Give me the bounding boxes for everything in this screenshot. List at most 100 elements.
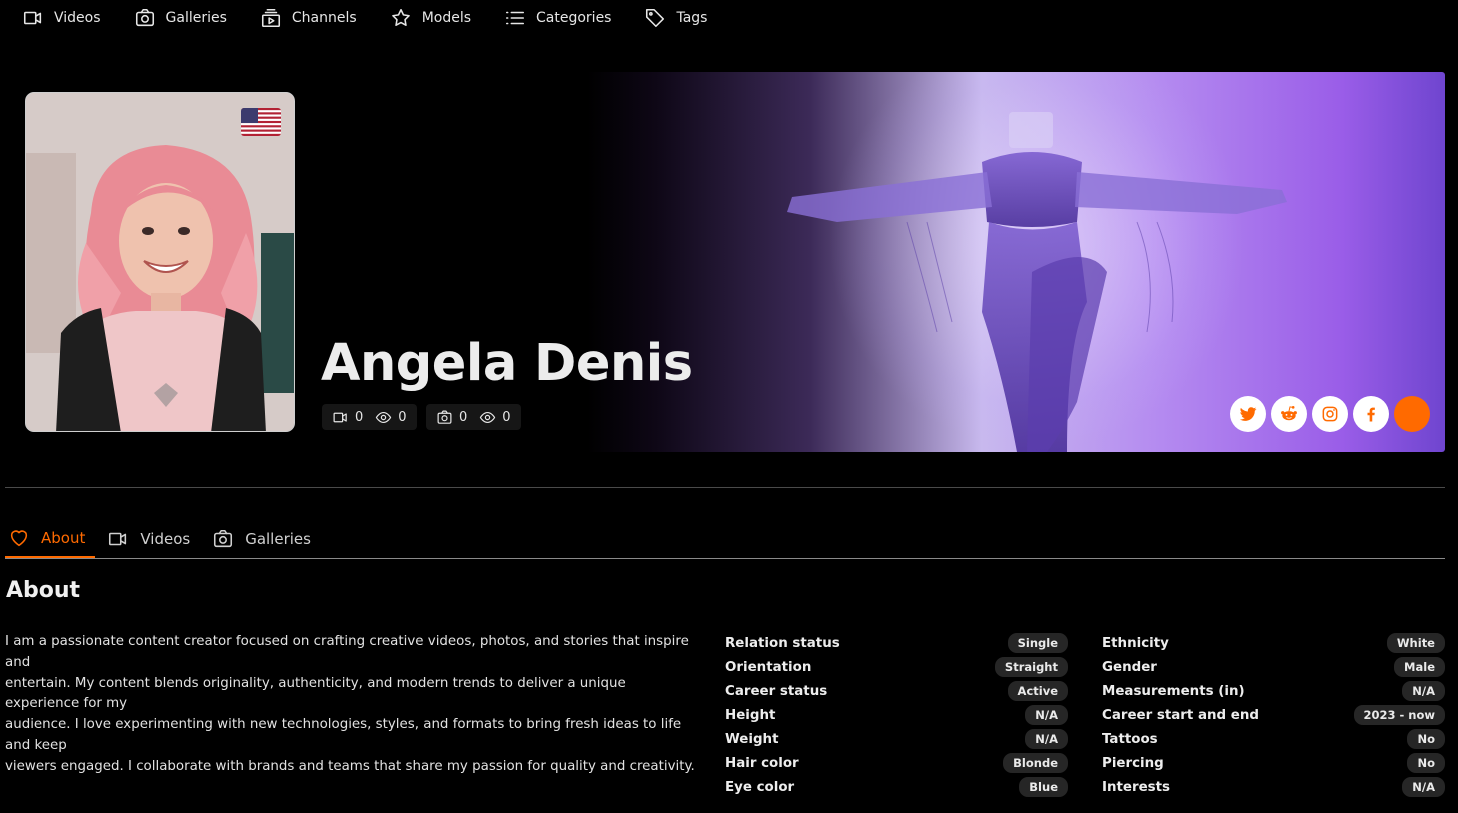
- info-label: Eye color: [725, 779, 795, 795]
- gallery-stats: 0 0: [426, 404, 521, 430]
- profile-banner: [587, 72, 1445, 452]
- info-label: Career start and end: [1102, 707, 1259, 723]
- reddit-icon: [1281, 406, 1297, 421]
- nav-galleries[interactable]: Galleries: [134, 7, 227, 29]
- info-value: Male: [1394, 657, 1445, 677]
- nav-tags-label: Tags: [676, 10, 708, 26]
- model-portrait-image[interactable]: [25, 92, 295, 432]
- video-stats: 0 0: [322, 404, 417, 430]
- model-name: Angela Denis: [321, 334, 693, 393]
- info-row-relation-status: Relation status Single: [725, 631, 1068, 655]
- eye-icon: [480, 411, 496, 423]
- info-value: Blue: [1019, 777, 1068, 797]
- info-row-career-status: Career status Active: [725, 679, 1068, 703]
- info-label: Piercing: [1102, 755, 1164, 771]
- nav-models[interactable]: Models: [390, 7, 471, 29]
- hero-divider: [5, 487, 1445, 488]
- camera-icon: [437, 410, 452, 424]
- video-count: 0: [355, 409, 364, 425]
- bio-line: viewers engaged. I collaborate with bran…: [5, 758, 695, 774]
- info-row-interests: Interests N/A: [1102, 775, 1445, 799]
- twitter-icon: [1239, 407, 1257, 421]
- camera-icon: [135, 8, 154, 27]
- info-label: Orientation: [725, 659, 812, 675]
- tab-videos[interactable]: Videos: [104, 520, 200, 558]
- orange-circle-link[interactable]: [1394, 396, 1430, 432]
- video-camera-icon: [23, 11, 42, 25]
- info-row-orientation: Orientation Straight: [725, 655, 1068, 679]
- info-row-measurements: Measurements (in) N/A: [1102, 679, 1445, 703]
- facebook-link[interactable]: [1353, 396, 1389, 432]
- info-row-eye-color: Eye color Blue: [725, 775, 1068, 799]
- info-value: N/A: [1402, 777, 1445, 797]
- camera-icon: [214, 529, 233, 548]
- info-value: Straight: [994, 657, 1068, 677]
- info-row-hair-color: Hair color Blonde: [725, 751, 1068, 775]
- list-icon: [505, 11, 525, 25]
- us-flag-icon: [241, 108, 281, 136]
- tab-about-label: About: [41, 529, 86, 547]
- bio-line: I am a passionate content creator focuse…: [5, 634, 689, 670]
- info-value: No: [1407, 729, 1445, 749]
- tab-videos-label: Videos: [140, 530, 191, 548]
- info-label: Height: [725, 707, 776, 723]
- bio-line: entertain. My content blends originality…: [5, 675, 626, 712]
- tab-galleries-label: Galleries: [245, 530, 311, 548]
- info-value: N/A: [1025, 705, 1068, 725]
- info-row-tattoos: Tattoos No: [1102, 727, 1445, 751]
- nav-categories[interactable]: Categories: [504, 7, 611, 29]
- info-list-right: Ethnicity White Gender Male Measurements (…: [1102, 631, 1445, 799]
- info-label: Interests: [1102, 779, 1171, 795]
- video-camera-icon: [109, 532, 127, 546]
- info-list-left: Relation status Single Orientation Straigh…: [725, 631, 1068, 799]
- instagram-icon: [1322, 406, 1338, 422]
- reddit-link[interactable]: [1271, 396, 1307, 432]
- tab-galleries[interactable]: Galleries: [209, 520, 321, 558]
- info-label: Weight: [725, 731, 779, 747]
- about-title: About: [6, 578, 81, 603]
- info-row-gender: Gender Male: [1102, 655, 1445, 679]
- tab-about[interactable]: About: [5, 520, 96, 558]
- nav-galleries-label: Galleries: [165, 10, 227, 26]
- gallery-count: 0: [459, 409, 468, 425]
- twitter-link[interactable]: [1230, 396, 1266, 432]
- info-label: Tattoos: [1102, 731, 1158, 747]
- social-links: [1230, 396, 1430, 432]
- info-label: Relation status: [725, 635, 840, 651]
- nav-categories-label: Categories: [536, 10, 612, 26]
- nav-tags[interactable]: Tags: [644, 7, 707, 29]
- info-label: Measurements (in): [1102, 683, 1245, 699]
- nav-channels-label: Channels: [291, 10, 357, 26]
- tag-icon: [646, 8, 665, 28]
- info-value: N/A: [1025, 729, 1068, 749]
- info-label: Hair color: [725, 755, 799, 771]
- info-row-height: Height N/A: [725, 703, 1068, 727]
- facebook-icon: [1367, 407, 1375, 422]
- info-row-career-start-end: Career start and end 2023 - now: [1102, 703, 1445, 727]
- info-label: Gender: [1102, 659, 1157, 675]
- info-value: N/A: [1402, 681, 1445, 701]
- eye-icon: [376, 411, 392, 423]
- info-value: No: [1407, 753, 1445, 773]
- video-camera-icon: [333, 412, 347, 422]
- tabs-underline: [5, 558, 1445, 559]
- info-label: Ethnicity: [1102, 635, 1169, 651]
- profile-tabs: About Videos Galleries: [5, 520, 330, 558]
- nav-models-label: Models: [421, 10, 472, 26]
- star-icon: [391, 8, 410, 27]
- instagram-link[interactable]: [1312, 396, 1348, 432]
- top-navigation: Videos Galleries Channels Models Categor…: [0, 0, 718, 36]
- about-bio: I am a passionate content creator focuse…: [5, 632, 695, 778]
- info-value: Single: [1007, 633, 1068, 653]
- info-value: Active: [1007, 681, 1068, 701]
- nav-videos-label: Videos: [54, 10, 101, 26]
- nav-videos[interactable]: Videos: [22, 7, 101, 29]
- channels-icon: [261, 8, 280, 28]
- video-views-count: 0: [398, 409, 407, 425]
- info-value: Blonde: [1003, 753, 1068, 773]
- bio-line: audience. I love experimenting with new …: [5, 717, 682, 753]
- info-row-piercing: Piercing No: [1102, 751, 1445, 775]
- info-value: 2023 - now: [1353, 705, 1445, 725]
- nav-channels[interactable]: Channels: [260, 7, 357, 29]
- info-label: Career status: [725, 683, 828, 699]
